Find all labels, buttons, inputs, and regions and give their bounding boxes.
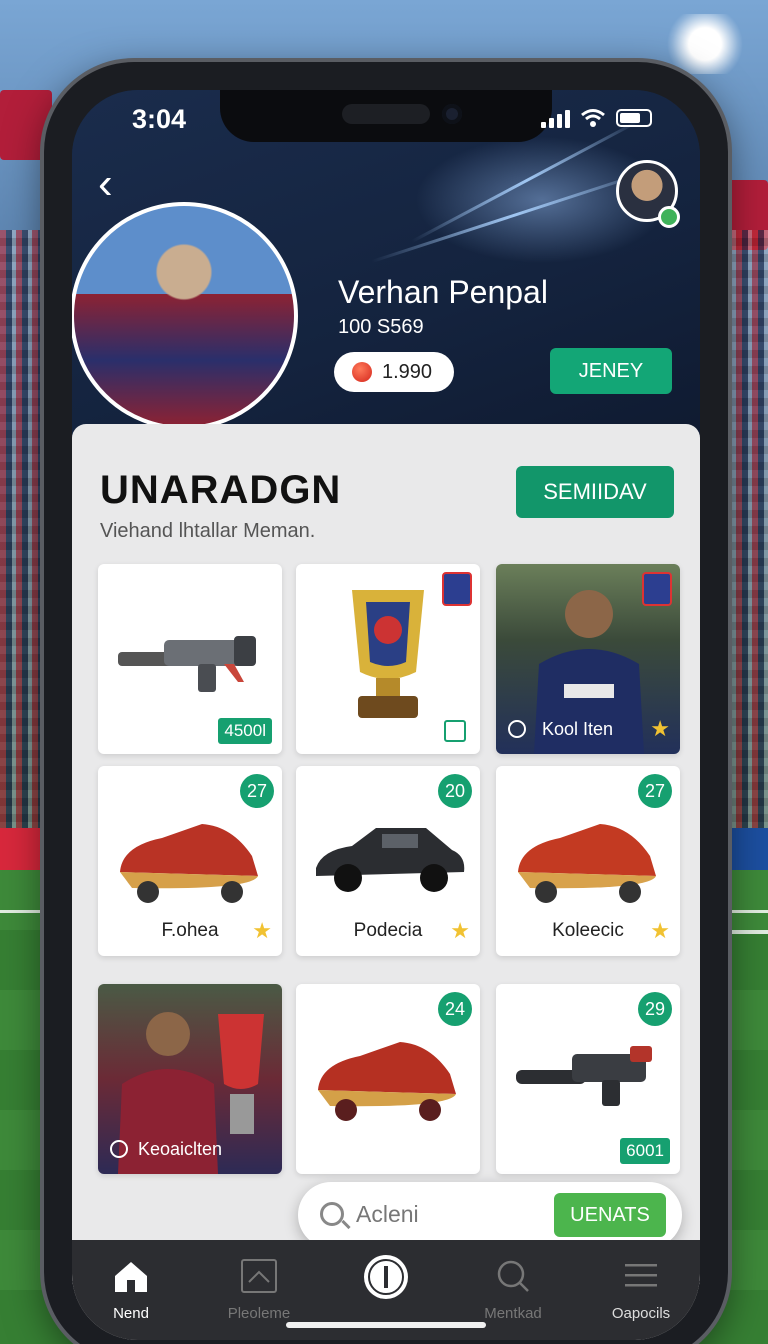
- star-icon[interactable]: ★: [450, 918, 470, 944]
- trophy-icon: [352, 590, 424, 718]
- player-card[interactable]: Kool Iten ★: [496, 564, 680, 754]
- collection-panel: UNARADGN Viehand lhtallar Meman. SEMIIDA…: [72, 424, 700, 1284]
- wifi-icon: [581, 109, 605, 127]
- tab-options[interactable]: Oapocils: [586, 1258, 696, 1322]
- section-action-button[interactable]: SEMIIDAV: [516, 466, 674, 518]
- tab-center-action[interactable]: [331, 1252, 441, 1302]
- info-icon: [110, 1140, 128, 1158]
- ad-board: [0, 828, 48, 872]
- image-icon: [241, 1259, 277, 1293]
- car-icon: [316, 828, 465, 892]
- search-submit-button[interactable]: UENATS: [554, 1193, 666, 1237]
- status-icons: [541, 108, 652, 128]
- team-crest-icon: [442, 572, 472, 606]
- item-card[interactable]: [296, 564, 480, 754]
- search-input[interactable]: Acleni: [356, 1201, 419, 1228]
- online-status-icon: [658, 206, 680, 228]
- item-card[interactable]: 27 Koleecic ★: [496, 766, 680, 956]
- phone-frame: 3:04 ‹ Verhan Penpal 100 S569 1.990 JENE…: [44, 62, 728, 1344]
- home-icon: [115, 1262, 147, 1292]
- shoe-cart-icon: [120, 824, 258, 903]
- info-icon: [508, 720, 526, 738]
- card-label: Keoaiclten: [138, 1139, 223, 1159]
- tab-label: Pleoleme: [227, 1305, 291, 1322]
- star-icon[interactable]: ★: [252, 918, 272, 944]
- tab-label: Nend: [113, 1305, 149, 1322]
- player-photo: [72, 202, 298, 430]
- tab-search[interactable]: Mentkad: [458, 1258, 568, 1322]
- blaster-icon: [118, 636, 256, 692]
- pitch-line: [726, 930, 768, 934]
- count-badge: 24: [438, 992, 472, 1026]
- checkbox-icon: [444, 720, 466, 742]
- search-icon: [497, 1260, 529, 1292]
- count-badge: 27: [638, 774, 672, 808]
- star-icon[interactable]: ★: [650, 918, 670, 944]
- item-card[interactable]: 24: [296, 984, 480, 1174]
- menu-icon: [625, 1264, 657, 1287]
- light-beam: [371, 167, 658, 263]
- tab-home[interactable]: Nend: [76, 1258, 186, 1322]
- tab-gallery[interactable]: Pleoleme: [204, 1258, 314, 1322]
- search-bar[interactable]: Acleni UENATS: [298, 1182, 682, 1248]
- coin-balance[interactable]: 1.990: [334, 352, 454, 392]
- price-tag: 6001: [620, 1138, 670, 1164]
- jeney-button[interactable]: JENEY: [550, 348, 672, 394]
- app-screen: 3:04 ‹ Verhan Penpal 100 S569 1.990 JENE…: [72, 90, 700, 1340]
- count-badge: 20: [438, 774, 472, 808]
- player-card[interactable]: Keoaiclten: [98, 984, 282, 1174]
- shoe-cart-icon: [518, 824, 656, 903]
- section-title: UNARADGN: [100, 468, 342, 512]
- profile-sub: 100 S569: [338, 316, 424, 338]
- team-crest-icon: [642, 572, 672, 606]
- search-icon: [320, 1202, 344, 1226]
- floodlight: [660, 14, 750, 74]
- card-label: Kool Iten: [542, 719, 614, 739]
- item-card[interactable]: 4500l: [98, 564, 282, 754]
- item-card[interactable]: 20 Podecia ★: [296, 766, 480, 956]
- ad-board: [724, 828, 768, 872]
- back-chevron-icon[interactable]: ‹: [98, 162, 113, 206]
- signal-icon: [541, 108, 570, 128]
- notch: [220, 90, 552, 142]
- center-action-icon: [364, 1255, 408, 1299]
- profile-name: Verhan Penpal: [338, 274, 548, 310]
- status-time: 3:04: [132, 104, 187, 134]
- count-badge: 27: [240, 774, 274, 808]
- blaster-icon: [516, 1046, 652, 1106]
- speaker-grille: [342, 104, 430, 124]
- tab-label: Oapocils: [611, 1305, 671, 1322]
- star-icon[interactable]: ★: [650, 716, 670, 742]
- coin-icon: [352, 362, 372, 382]
- shoe-cart-icon: [318, 1042, 456, 1121]
- price-tag: 4500l: [218, 718, 272, 744]
- home-indicator[interactable]: [286, 1322, 486, 1328]
- battery-icon: [616, 109, 652, 127]
- section-subtitle: Viehand lhtallar Meman.: [100, 520, 316, 542]
- coin-amount: 1.990: [382, 360, 433, 383]
- front-camera: [442, 104, 462, 124]
- tab-label: Mentkad: [484, 1305, 542, 1322]
- item-card[interactable]: 29 6001: [496, 984, 680, 1174]
- count-badge: 29: [638, 992, 672, 1026]
- item-card[interactable]: 27 F.ohea ★: [98, 766, 282, 956]
